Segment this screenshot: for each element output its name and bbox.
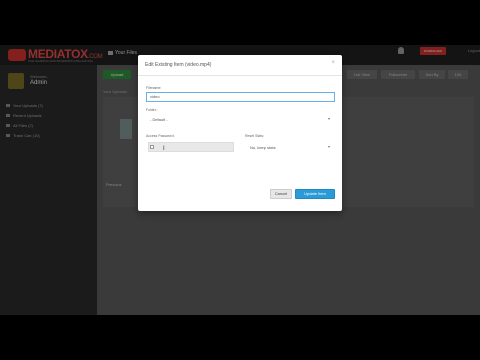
- text-cursor-icon: I: [163, 146, 165, 152]
- access-password-label: Access Password:: [146, 134, 175, 138]
- video-frame: MEDIATOX.COM FILE SHARING AND BANDWIDTH …: [0, 0, 480, 360]
- reset-stats-select[interactable]: No, keep stats: [250, 145, 276, 150]
- cancel-button[interactable]: Cancel: [270, 189, 292, 199]
- filename-label: Filename:: [146, 86, 162, 90]
- chevron-down-icon: ▾: [328, 116, 331, 121]
- chevron-down-icon: ▾: [328, 144, 331, 149]
- update-item-button[interactable]: Update Item: [295, 189, 335, 199]
- modal-divider: [138, 75, 342, 76]
- app-window: MEDIATOX.COM FILE SHARING AND BANDWIDTH …: [0, 45, 480, 315]
- filename-input[interactable]: video: [146, 92, 335, 102]
- password-enable-checkbox[interactable]: [150, 145, 154, 149]
- close-icon[interactable]: ×: [331, 60, 335, 66]
- access-password-input[interactable]: [148, 142, 234, 152]
- folder-select[interactable]: - Default -: [150, 117, 168, 122]
- modal-title: Edit Existing Item (video.mp4): [145, 62, 212, 68]
- reset-stats-label: Reset Stats:: [245, 134, 265, 138]
- edit-item-modal: Edit Existing Item (video.mp4) × Filenam…: [138, 55, 342, 211]
- folder-label: Folder:: [146, 108, 157, 112]
